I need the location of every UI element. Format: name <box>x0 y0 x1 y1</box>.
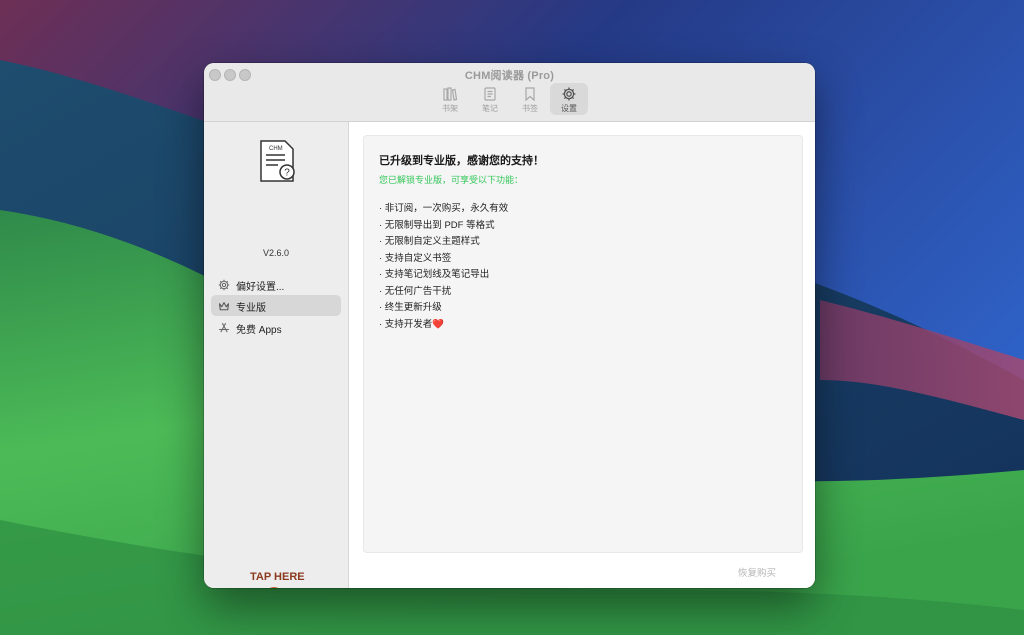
app-window: CHM阅读器 (Pro) 书架 笔记 书签 设置 CHM ? V2.6.0 偏好… <box>204 63 815 588</box>
toolbar-label: 书签 <box>522 104 538 113</box>
sidebar-item-preferences[interactable]: 偏好设置... <box>211 274 341 295</box>
gear-icon <box>218 279 230 291</box>
feature-item: · 支持笔记划线及笔记导出 <box>379 269 490 280</box>
toolbar-label: 设置 <box>561 104 577 113</box>
pro-info-panel: 已升级到专业版，感谢您的支持！ 您已解锁专业版，可享受以下功能： · 非订阅，一… <box>363 135 803 553</box>
bookmark-icon <box>525 87 535 102</box>
chm-app-icon: CHM ? <box>260 140 295 182</box>
pro-subheading: 您已解锁专业版，可享受以下功能： <box>379 175 524 185</box>
notes-icon <box>484 87 496 101</box>
toolbar-bookshelf-button[interactable]: 书架 <box>431 83 469 115</box>
toolbar-label: 笔记 <box>482 104 498 113</box>
feature-item: · 无任何广告干扰 <box>379 285 452 297</box>
sidebar-item-free-apps[interactable]: 免费 Apps <box>211 317 341 338</box>
feature-item: · 非订阅，一次购买，永久有效 <box>379 203 509 214</box>
pro-heading: 已升级到专业版，感谢您的支持！ <box>379 155 544 167</box>
svg-text:?: ? <box>284 168 290 179</box>
title-bar: CHM阅读器 (Pro) 书架 笔记 书签 设置 <box>204 63 815 122</box>
books-icon <box>443 87 458 101</box>
sidebar-item-label: 偏好设置... <box>236 282 285 293</box>
app-store-icon <box>218 322 230 333</box>
window-title: CHM阅读器 (Pro) <box>464 70 555 82</box>
sidebar-item-label: 免费 Apps <box>236 325 282 336</box>
toolbar-settings-button[interactable]: 设置 <box>550 83 588 115</box>
toolbar-notes-button[interactable]: 笔记 <box>471 83 509 115</box>
main-content: 已升级到专业版，感谢您的支持！ 您已解锁专业版，可享受以下功能： · 非订阅，一… <box>349 122 815 588</box>
gear-icon <box>562 87 576 101</box>
feature-item: · 支持开发者❤️ <box>379 318 445 330</box>
feature-item: · 支持自定义书签 <box>379 252 452 264</box>
toolbar-bookmarks-button[interactable]: 书签 <box>511 83 549 115</box>
tap-here-mascot[interactable]: TAP HERE <box>244 566 308 588</box>
app-icon-text: CHM <box>269 146 283 152</box>
app-version: V2.6.0 <box>262 248 290 258</box>
sidebar: CHM ? V2.6.0 偏好设置... 专业版 免费 Apps TAP HER… <box>204 122 349 588</box>
toolbar-label: 书架 <box>442 104 458 113</box>
sidebar-item-pro[interactable]: 专业版 <box>211 295 341 316</box>
feature-item: · 无限制自定义主题样式 <box>379 236 480 247</box>
sidebar-item-label: 专业版 <box>236 303 266 314</box>
feature-item: · 无限制导出到 PDF 等格式 <box>379 219 495 231</box>
feature-item: · 终生更新升级 <box>379 302 442 313</box>
mascot-text: TAP HERE <box>250 571 305 583</box>
restore-purchase-button[interactable]: 恢复购买 <box>738 565 776 579</box>
crown-icon <box>218 302 230 311</box>
feature-list: · 非订阅，一次购买，永久有效 · 无限制导出到 PDF 等格式 · 无限制自定… <box>379 201 508 333</box>
